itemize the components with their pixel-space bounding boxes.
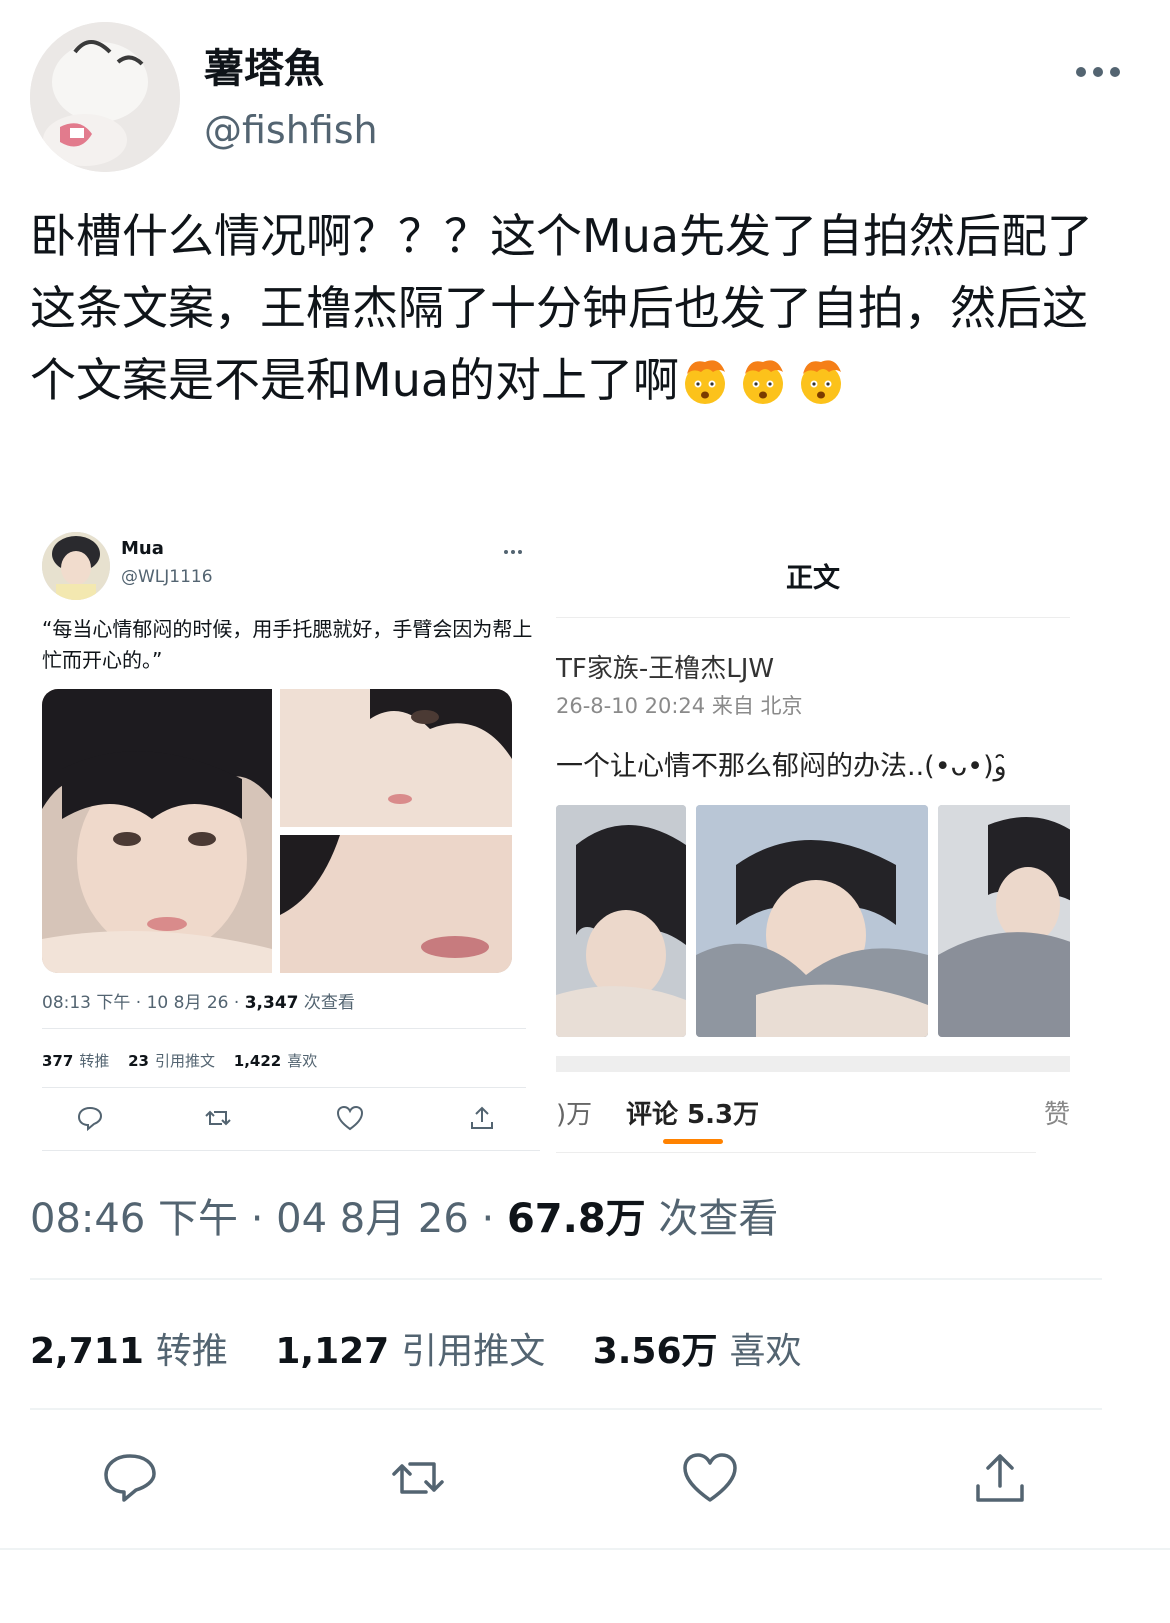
photo: [42, 689, 272, 973]
tweet-meta: 08:46 下午 · 04 8月 26 · 67.8万 次查看: [30, 1186, 778, 1244]
embedded-views: 3,347: [244, 993, 299, 1013]
weibo-author: TF家族-王橹杰LJW: [556, 654, 775, 684]
exploding-head-emoji-icon: [743, 360, 784, 404]
embedded-author-name: Mua: [121, 538, 164, 559]
embedded-likes-count: 1,422: [233, 1052, 282, 1070]
share-icon: [471, 1106, 493, 1129]
more-options-icon[interactable]: [1076, 62, 1120, 82]
divider: [42, 1150, 540, 1151]
attached-image[interactable]: Mua @WLJ1116 “每当心情郁闷的时候，用手托腮就好，手臂会因为帮上忙而…: [30, 510, 1140, 1155]
weibo-time: 26-8-10 20:24 来自 北京: [556, 694, 803, 718]
heart-icon[interactable]: [680, 1448, 740, 1508]
embedded-tweet-screenshot: Mua @WLJ1116 “每当心情郁闷的时候，用手托腮就好，手臂会因为帮上忙而…: [30, 510, 540, 1155]
embedded-quotes-label: 引用推文: [154, 1052, 215, 1070]
embedded-retweets-count: 377: [42, 1052, 74, 1070]
mua-avatar: [42, 532, 110, 600]
weibo-tab-likes: 赞: [1044, 1100, 1070, 1130]
view-count-label: 次查看: [645, 1196, 779, 1242]
quotes-label: 引用推文: [401, 1331, 546, 1372]
reply-icon[interactable]: [100, 1448, 160, 1508]
active-tab-indicator: [663, 1139, 723, 1144]
embedded-more-icon: [504, 550, 522, 556]
divider: [30, 1408, 1102, 1410]
weibo-tab-reposts: )万: [556, 1100, 593, 1130]
author-avatar[interactable]: [30, 22, 180, 172]
quotes-count: 1,127: [275, 1331, 390, 1372]
divider: [0, 1548, 1170, 1550]
tweet-action-bar: [0, 1448, 1170, 1518]
retweets-label: 转推: [155, 1331, 228, 1372]
embedded-author-handle: @WLJ1116: [121, 567, 213, 587]
divider: [30, 1278, 1102, 1280]
weibo-tab-comments: 评论 5.3万: [626, 1100, 760, 1130]
author-handle[interactable]: @fishfish: [204, 108, 378, 152]
heart-icon: [336, 1105, 364, 1131]
view-count: 67.8万: [506, 1196, 646, 1242]
photo: [696, 805, 928, 1037]
tweet-stats: 2,711 转推 1,127 引用推文 3.56万 喜欢: [30, 1322, 838, 1374]
likes-count: 3.56万: [592, 1331, 718, 1372]
retweets-stat[interactable]: 2,711 转推: [30, 1331, 228, 1372]
reply-icon: [77, 1106, 103, 1132]
tweet-text: 卧槽什么情况啊？？？这个Mua先发了自拍然后配了这条文案，王橹杰隔了十分钟后也发…: [30, 200, 1120, 416]
embedded-likes-label: 喜欢: [287, 1052, 318, 1070]
share-icon[interactable]: [970, 1448, 1030, 1508]
likes-stat[interactable]: 3.56万 喜欢: [593, 1331, 802, 1372]
photo: [280, 689, 512, 827]
author-display-name[interactable]: 薯塔魚: [204, 36, 324, 94]
weibo-photo-row: [556, 805, 1070, 1037]
tweet-header: 薯塔魚 @fishfish: [30, 22, 1140, 174]
photo: [556, 805, 686, 1037]
quotes-stat[interactable]: 1,127 引用推文: [275, 1331, 545, 1372]
embedded-meta: 08:13 下午 · 10 8月 26 · 3,347 次查看: [42, 988, 355, 1013]
embedded-time: 08:13 下午 · 10 8月 26 ·: [42, 993, 245, 1013]
embedded-tweet-text: “每当心情郁闷的时候，用手托腮就好，手臂会因为帮上忙而开心的。”: [42, 617, 533, 672]
tweet-timestamp[interactable]: 08:46 下午 · 04 8月 26 ·: [30, 1196, 507, 1242]
photo: [280, 835, 512, 973]
embedded-views-label: 次查看: [298, 993, 355, 1013]
weibo-text: 一个让心情不那么郁闷的办法..(•ᴗ•)و ̑̑: [556, 751, 1016, 782]
retweets-count: 2,711: [30, 1331, 144, 1372]
photo: [938, 805, 1070, 1037]
tweet-body: 卧槽什么情况啊？？？这个Mua先发了自拍然后配了这条文案，王橹杰隔了十分钟后也发…: [30, 209, 1094, 407]
weibo-title: 正文: [786, 563, 840, 594]
retweet-icon[interactable]: [388, 1448, 448, 1508]
weibo-separator: [556, 1056, 1070, 1072]
exploding-head-emoji-icon: [685, 360, 726, 404]
divider: [42, 1028, 526, 1029]
exploding-head-emoji-icon: [801, 360, 842, 404]
embedded-actions: [42, 1102, 526, 1142]
divider: [556, 617, 1070, 618]
embedded-retweets-label: 转推: [79, 1052, 110, 1070]
embedded-photo-grid: [42, 689, 512, 973]
embedded-stats: 377 转推 23 引用推文 1,422 喜欢: [42, 1050, 331, 1071]
weibo-post-screenshot: 正文 TF家族-王橹杰LJW 26-8-10 20:24 来自 北京 一个让心情…: [556, 510, 1070, 1155]
retweet-icon: [205, 1110, 231, 1126]
likes-label: 喜欢: [729, 1331, 802, 1372]
embedded-quotes-count: 23: [128, 1052, 149, 1070]
divider: [556, 1152, 1036, 1153]
divider: [42, 1087, 526, 1088]
